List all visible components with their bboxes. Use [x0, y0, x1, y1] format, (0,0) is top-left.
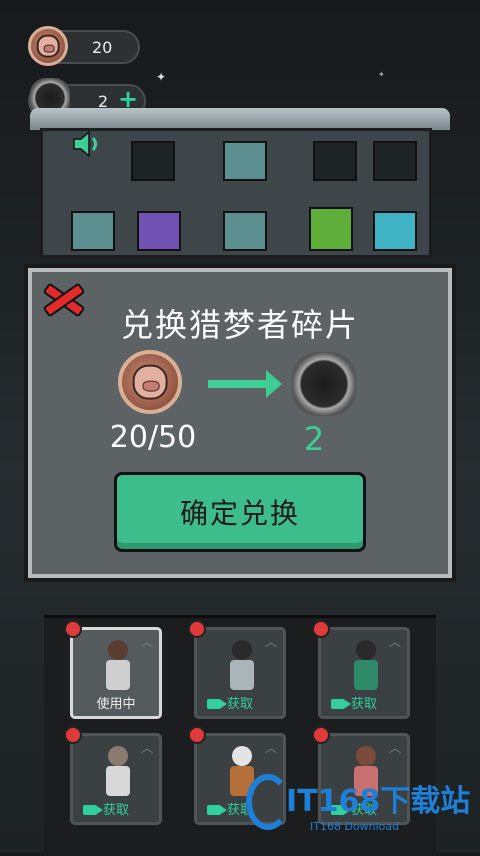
upgrade-chevron-icon: ︿: [140, 635, 153, 649]
window: [309, 207, 353, 251]
pig-coin-icon: [28, 26, 68, 66]
dream-fragment-icon: [292, 352, 356, 416]
get-label: 获取: [102, 803, 129, 818]
reward-amount: 2: [303, 420, 325, 458]
character-card[interactable]: ︿ 获取: [70, 733, 162, 825]
snowy-roof: [30, 108, 450, 130]
character-avatar: [103, 746, 133, 800]
star: ✦: [156, 70, 167, 84]
new-badge: [312, 726, 330, 744]
character-avatar: [103, 640, 133, 694]
upgrade-chevron-icon: ︿: [140, 741, 153, 755]
window: [313, 141, 357, 181]
dialog-title: 兑换猎梦者碎片: [120, 306, 359, 344]
window: [373, 211, 417, 251]
coin-count: 20: [92, 38, 113, 57]
window: [373, 141, 417, 181]
cost-amount: 20/50: [109, 420, 197, 455]
character-avatar: [227, 640, 257, 694]
speaker-icon[interactable]: [72, 130, 104, 158]
new-badge: [64, 726, 82, 744]
watermark: IT168下载站 IT168 Download: [246, 770, 476, 840]
window: [223, 211, 267, 251]
new-badge: [188, 726, 206, 744]
new-badge: [188, 620, 206, 638]
watermark-sub: IT168 Download: [310, 820, 400, 833]
get-label: 获取: [350, 697, 377, 712]
character-card[interactable]: ︿ 获取: [194, 627, 286, 719]
get-label: 获取: [226, 697, 253, 712]
character-card[interactable]: ︿ 获取: [318, 627, 410, 719]
window: [137, 211, 181, 251]
watermark-brand: IT168下载站: [286, 784, 471, 819]
character-card[interactable]: ︿ 使用中: [70, 627, 162, 719]
watermark-logo-icon: [246, 774, 290, 830]
character-status: 使用中: [96, 697, 136, 712]
window: [131, 141, 175, 181]
window: [71, 211, 115, 251]
new-badge: [312, 620, 330, 638]
new-badge: [64, 620, 82, 638]
upgrade-chevron-icon: ︿: [264, 741, 277, 755]
pig-coin-icon: [118, 350, 182, 414]
confirm-exchange-button[interactable]: 确定兑换: [114, 472, 366, 552]
window: [223, 141, 267, 181]
star: ✦: [378, 70, 385, 79]
character-avatar: [351, 640, 381, 694]
upgrade-chevron-icon: ︿: [388, 635, 401, 649]
upgrade-chevron-icon: ︿: [264, 635, 277, 649]
arrow-icon: [208, 370, 282, 398]
upgrade-chevron-icon: ︿: [388, 741, 401, 755]
